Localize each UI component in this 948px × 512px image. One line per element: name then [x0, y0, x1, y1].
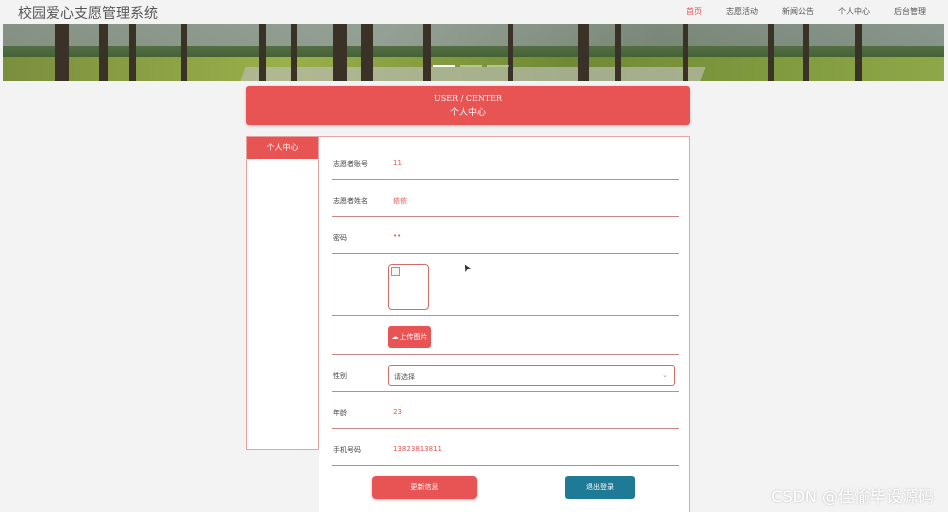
gender-select-value: 请选择: [394, 373, 415, 381]
password-row: 密码 ••: [332, 217, 679, 254]
top-bar: 校园爱心支愿管理系统 首页 志愿活动 新闻公告 个人中心 后台管理: [0, 0, 948, 24]
user-center-header: USER / CENTER 个人中心: [246, 86, 690, 125]
sidebar-item-user-center[interactable]: 个人中心: [247, 137, 318, 159]
site-title: 校园爱心支愿管理系统: [18, 6, 158, 22]
account-row: 志愿者账号 11: [332, 137, 679, 180]
carousel-dot[interactable]: [487, 65, 509, 67]
age-value[interactable]: 23: [393, 408, 402, 416]
header-title-cn: 个人中心: [449, 108, 486, 118]
gender-label: 性别: [333, 372, 347, 380]
avatar-image: [388, 264, 429, 310]
nav-item-user-center[interactable]: 个人中心: [838, 6, 870, 17]
banner-image: [3, 24, 944, 81]
chevron-down-icon: ⌄: [662, 371, 668, 379]
gender-select[interactable]: 请选择 ⌄: [388, 365, 675, 386]
account-label: 志愿者账号: [333, 160, 368, 168]
nav-item-home[interactable]: 首页: [686, 6, 702, 17]
nav-item-news[interactable]: 新闻公告: [782, 6, 814, 17]
password-value[interactable]: ••: [393, 232, 401, 240]
name-label: 志愿者姓名: [333, 197, 368, 205]
nav-item-volunteer-activities[interactable]: 志愿活动: [726, 6, 758, 17]
carousel-indicators[interactable]: [433, 65, 509, 67]
account-value[interactable]: 11: [393, 159, 402, 167]
carousel-dot[interactable]: [433, 65, 455, 67]
upload-row: [332, 316, 679, 355]
name-row: 志愿者姓名 依依: [332, 180, 679, 217]
password-label: 密码: [333, 234, 347, 242]
header-title-en: USER / CENTER: [433, 94, 503, 103]
profile-form: 志愿者账号 11 志愿者姓名 依依 密码 •• 性别 年龄 23 手机号码 13…: [319, 136, 690, 512]
age-label: 年龄: [333, 409, 347, 417]
update-info-button[interactable]: 更新信息: [372, 476, 477, 499]
nav-item-admin[interactable]: 后台管理: [894, 6, 926, 17]
main-nav: 首页 志愿活动 新闻公告 个人中心 后台管理: [662, 6, 926, 17]
logout-button[interactable]: 退出登录: [565, 476, 635, 499]
age-row: 年龄 23: [332, 392, 679, 429]
carousel-dot[interactable]: [460, 65, 482, 67]
upload-image-button[interactable]: ☁上传图片: [388, 326, 431, 348]
broken-image-icon: [391, 267, 400, 276]
phone-row: 手机号码 13823813811: [332, 429, 679, 466]
avatar-row: [332, 254, 679, 316]
sidebar: 个人中心: [246, 136, 319, 450]
phone-label: 手机号码: [333, 446, 361, 454]
name-value[interactable]: 依依: [393, 196, 407, 206]
watermark: CSDN @佳愉毕设源码: [771, 487, 934, 506]
phone-value[interactable]: 13823813811: [393, 445, 442, 453]
cloud-upload-icon: ☁: [391, 333, 399, 341]
